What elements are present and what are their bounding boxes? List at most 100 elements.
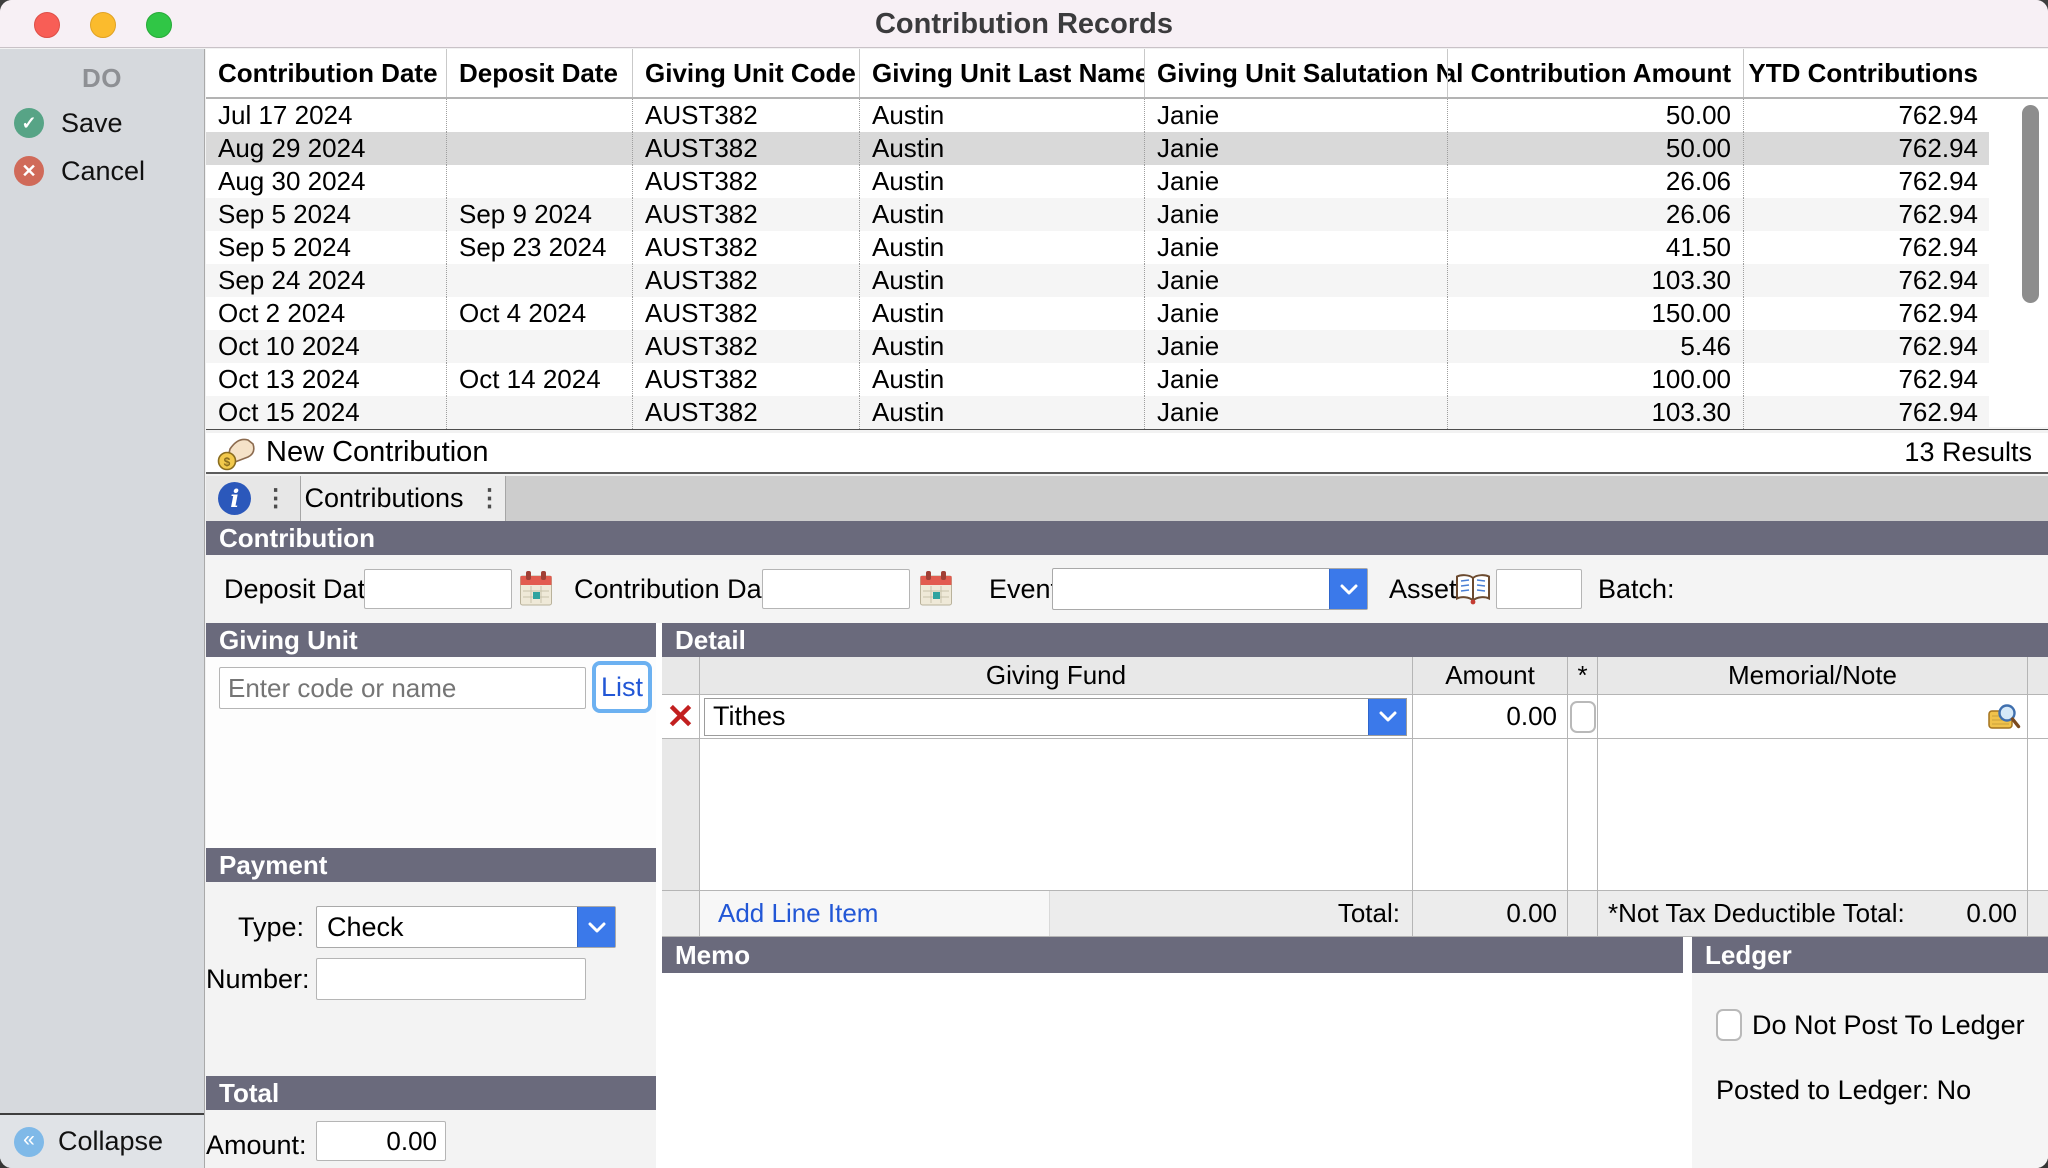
table-cell[interactable]: 150.00	[1447, 297, 1743, 330]
table-cell[interactable]: Aug 30 2024	[206, 165, 446, 198]
do-not-post-checkbox[interactable]	[1716, 1009, 1742, 1041]
table-cell[interactable]: Austin	[859, 231, 1144, 264]
table-cell[interactable]: Janie	[1144, 396, 1447, 429]
table-cell[interactable]: Janie	[1144, 231, 1447, 264]
tab-contributions[interactable]: Contributions ⋮	[301, 476, 506, 521]
table-row[interactable]: Oct 15 2024AUST382AustinJanie103.30762.9…	[206, 396, 2048, 429]
column-header[interactable]: Contribution Date^	[206, 49, 446, 97]
table-cell[interactable]: Austin	[859, 297, 1144, 330]
table-cell[interactable]: 762.94	[1743, 132, 1990, 165]
ntd-checkbox[interactable]	[1570, 701, 1596, 733]
table-cell[interactable]	[446, 132, 632, 165]
table-cell[interactable]: Austin	[859, 132, 1144, 165]
table-cell[interactable]: Janie	[1144, 132, 1447, 165]
table-cell[interactable]: 762.94	[1743, 363, 1990, 396]
grid-header-giving-fund[interactable]: Giving Fund	[700, 657, 1413, 695]
table-cell[interactable]: AUST382	[632, 99, 859, 132]
grid-header-memorial[interactable]: Memorial/Note	[1598, 657, 2028, 695]
total-amount-input[interactable]	[316, 1121, 446, 1161]
deposit-date-input[interactable]	[364, 569, 512, 609]
table-cell[interactable]: Austin	[859, 363, 1144, 396]
table-cell[interactable]	[446, 330, 632, 363]
contribution-date-input[interactable]	[762, 569, 910, 609]
table-cell[interactable]: Oct 10 2024	[206, 330, 446, 363]
table-scrollbar-track[interactable]	[1989, 99, 2048, 427]
delete-line-item-button[interactable]: ✕	[662, 695, 700, 739]
table-row[interactable]: Oct 10 2024AUST382AustinJanie5.46762.94	[206, 330, 2048, 363]
line-memorial-cell[interactable]	[1598, 695, 2028, 739]
delete-x-icon[interactable]: ✕	[662, 700, 699, 734]
table-cell[interactable]: Oct 13 2024	[206, 363, 446, 396]
memo-textarea[interactable]	[662, 973, 1683, 1168]
table-cell[interactable]: 103.30	[1447, 396, 1743, 429]
table-row[interactable]: Sep 5 2024Sep 23 2024AUST382AustinJanie4…	[206, 231, 2048, 264]
table-cell[interactable]	[446, 264, 632, 297]
table-cell[interactable]: 41.50	[1447, 231, 1743, 264]
table-cell[interactable]: 762.94	[1743, 264, 1990, 297]
table-cell[interactable]: 762.94	[1743, 165, 1990, 198]
memorial-search-icon[interactable]	[1987, 702, 2021, 732]
cancel-button[interactable]: ✕ Cancel	[0, 149, 204, 193]
table-cell[interactable]: AUST382	[632, 396, 859, 429]
table-cell[interactable]: Austin	[859, 396, 1144, 429]
add-line-item-cell[interactable]: Add Line Item	[700, 891, 1050, 936]
deposit-date-calendar-icon[interactable]	[518, 569, 554, 607]
table-cell[interactable]: 50.00	[1447, 99, 1743, 132]
table-cell[interactable]: 762.94	[1743, 198, 1990, 231]
table-cell[interactable]: Austin	[859, 165, 1144, 198]
table-cell[interactable]: 762.94	[1743, 231, 1990, 264]
payment-type-chevron-down-icon[interactable]	[577, 907, 615, 947]
table-cell[interactable]: Sep 5 2024	[206, 231, 446, 264]
asset-book-icon[interactable]	[1454, 571, 1490, 609]
table-cell[interactable]: Oct 2 2024	[206, 297, 446, 330]
event-dropdown[interactable]	[1052, 568, 1368, 610]
table-cell[interactable]: Austin	[859, 198, 1144, 231]
collapse-button[interactable]: « Collapse	[0, 1113, 204, 1168]
table-cell[interactable]: 26.06	[1447, 198, 1743, 231]
table-cell[interactable]: Janie	[1144, 264, 1447, 297]
tab-options-icon[interactable]: ⋮	[264, 487, 288, 511]
new-contribution-button[interactable]: $ New Contribution	[216, 435, 488, 471]
table-cell[interactable]: Sep 24 2024	[206, 264, 446, 297]
table-row[interactable]: Sep 5 2024Sep 9 2024AUST382AustinJanie26…	[206, 198, 2048, 231]
grid-header-amount[interactable]: Amount	[1413, 657, 1568, 695]
table-cell[interactable]: Aug 29 2024	[206, 132, 446, 165]
table-cell[interactable]: 5.46	[1447, 330, 1743, 363]
payment-type-dropdown[interactable]: Check	[316, 906, 616, 948]
table-cell[interactable]: Janie	[1144, 330, 1447, 363]
line-amount-cell[interactable]: 0.00	[1413, 695, 1568, 739]
table-cell[interactable]: Sep 9 2024	[446, 198, 632, 231]
column-header[interactable]: Giving Unit Code	[632, 49, 859, 97]
column-header[interactable]: Total Contribution Amount	[1447, 49, 1743, 97]
table-row[interactable]: Jul 17 2024AUST382AustinJanie50.00762.94	[206, 99, 2048, 132]
column-header[interactable]: Deposit Date	[446, 49, 632, 97]
contribution-date-calendar-icon[interactable]	[918, 569, 954, 607]
save-button[interactable]: ✓ Save	[0, 101, 204, 145]
table-cell[interactable]: Oct 14 2024	[446, 363, 632, 396]
table-row[interactable]: Aug 29 2024AUST382AustinJanie50.00762.94	[206, 132, 2048, 165]
table-cell[interactable]: AUST382	[632, 363, 859, 396]
info-icon[interactable]: i	[218, 482, 251, 515]
table-cell[interactable]: AUST382	[632, 297, 859, 330]
table-cell[interactable]: AUST382	[632, 132, 859, 165]
table-cell[interactable]: Sep 23 2024	[446, 231, 632, 264]
asset-input[interactable]	[1496, 569, 1582, 609]
table-cell[interactable]: AUST382	[632, 198, 859, 231]
table-cell[interactable]: 762.94	[1743, 330, 1990, 363]
table-cell[interactable]: 762.94	[1743, 297, 1990, 330]
table-row[interactable]: Oct 13 2024Oct 14 2024AUST382AustinJanie…	[206, 363, 2048, 396]
column-header[interactable]: Giving Unit Salutation Name	[1144, 49, 1447, 97]
giving-fund-chevron-down-icon[interactable]	[1368, 699, 1406, 735]
table-cell[interactable]: Janie	[1144, 363, 1447, 396]
column-header[interactable]: Giving Unit Last Name	[859, 49, 1144, 97]
table-cell[interactable]: Austin	[859, 99, 1144, 132]
table-cell[interactable]: 762.94	[1743, 99, 1990, 132]
info-tab[interactable]: i ⋮	[206, 476, 301, 521]
table-row[interactable]: Aug 30 2024AUST382AustinJanie26.06762.94	[206, 165, 2048, 198]
table-cell[interactable]	[446, 396, 632, 429]
tab-options-icon[interactable]: ⋮	[478, 487, 502, 511]
table-cell[interactable]: AUST382	[632, 231, 859, 264]
event-chevron-down-icon[interactable]	[1329, 569, 1367, 609]
table-cell[interactable]: 26.06	[1447, 165, 1743, 198]
table-cell[interactable]: Janie	[1144, 198, 1447, 231]
